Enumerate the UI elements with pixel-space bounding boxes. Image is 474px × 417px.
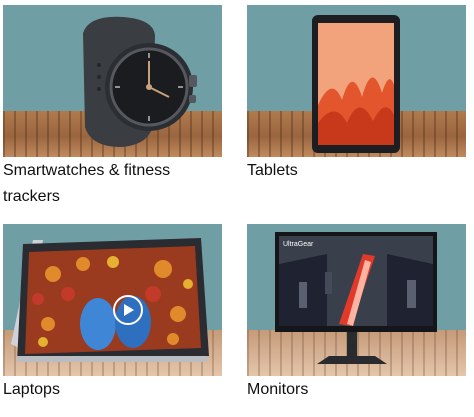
tablet-image[interactable] (247, 5, 466, 157)
category-smartwatches[interactable]: Smartwatches & fitness trackers (3, 5, 222, 211)
category-laptops[interactable]: Laptops (3, 224, 222, 404)
category-label[interactable]: Tablets (247, 158, 452, 184)
laptop-icon (11, 238, 209, 362)
category-label[interactable]: Monitors (247, 377, 452, 403)
category-label[interactable]: Smartwatches & fitness trackers (3, 158, 208, 210)
tablet-icon (312, 15, 400, 153)
monitor-brand-text: UltraGear (283, 241, 314, 248)
category-monitors[interactable]: UltraGear Monitors (247, 224, 466, 404)
smartwatch-image[interactable] (3, 5, 222, 157)
laptop-image[interactable] (3, 224, 222, 376)
category-label[interactable]: Laptops (3, 377, 208, 403)
monitor-image[interactable]: UltraGear (247, 224, 466, 376)
smartwatch-icon (83, 16, 197, 147)
monitor-icon: UltraGear (275, 232, 437, 364)
category-tablets[interactable]: Tablets (247, 5, 466, 185)
